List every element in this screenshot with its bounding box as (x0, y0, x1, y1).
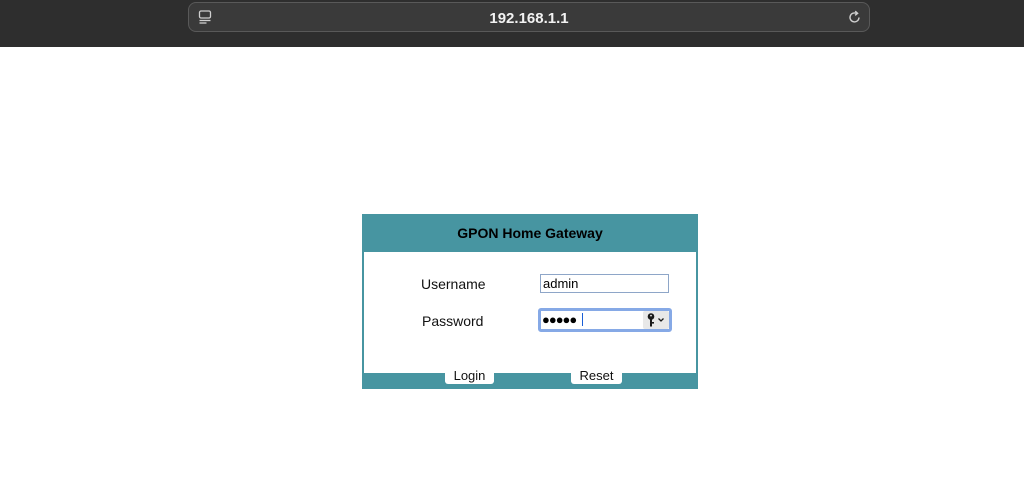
password-autofill-button[interactable] (643, 311, 669, 329)
username-label: Username (421, 276, 486, 292)
browser-toolbar: 192.168.1.1 (0, 0, 1024, 47)
reset-button[interactable]: Reset (571, 367, 622, 384)
login-button[interactable]: Login (445, 367, 494, 384)
password-label: Password (422, 313, 484, 329)
address-bar[interactable]: 192.168.1.1 (188, 2, 870, 32)
login-form: Username Password ●●●●● (364, 252, 696, 373)
text-caret (582, 313, 583, 326)
login-panel: GPON Home Gateway Username Password ●●●●… (362, 214, 698, 389)
password-input[interactable]: ●●●●● (538, 308, 672, 332)
key-icon (647, 313, 664, 327)
reload-icon[interactable] (847, 10, 862, 25)
password-value: ●●●●● (542, 312, 577, 327)
panel-title: GPON Home Gateway (457, 225, 603, 241)
address-url[interactable]: 192.168.1.1 (189, 10, 869, 27)
username-input[interactable] (540, 274, 669, 293)
